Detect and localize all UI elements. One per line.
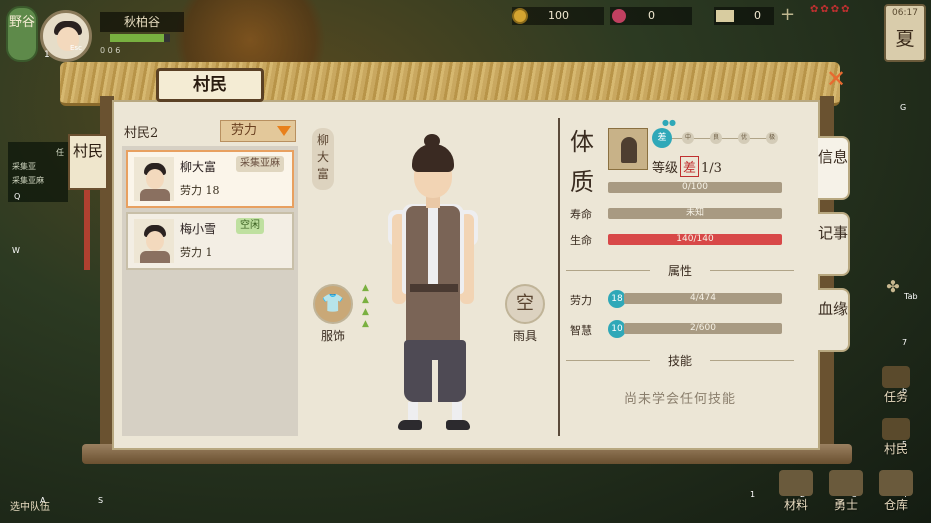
ticket-counter: 0 bbox=[714, 7, 774, 25]
game-time: 06:17 bbox=[892, 8, 918, 18]
hp-bar: 140/140 bbox=[608, 234, 782, 245]
warriors-button[interactable]: 勇士 bbox=[826, 470, 866, 516]
constitution-tiers: 差 中 良 优 极 bbox=[652, 124, 782, 150]
lifespan-label: 寿命 bbox=[570, 208, 592, 221]
villager-card[interactable]: 梅小雪 空闲 劳力 1 bbox=[126, 212, 294, 270]
chevron-down-icon bbox=[277, 126, 291, 136]
village-name: 秋柏谷 bbox=[100, 12, 184, 32]
villager-list: 村民2 劳力 柳大富 采集亚麻 劳力 18 梅小雪 空闲 劳力 1 bbox=[120, 118, 300, 440]
hotkey-w: W bbox=[12, 246, 20, 255]
quests-button[interactable]: 任务 bbox=[876, 366, 916, 405]
tab-info[interactable]: 信息 bbox=[818, 136, 850, 200]
labor-bar: 4/474 bbox=[624, 293, 782, 304]
wood-icon bbox=[779, 470, 813, 496]
region-badge[interactable]: 野谷 bbox=[6, 6, 38, 62]
clothing-slot[interactable]: 👕 服饰 bbox=[308, 284, 358, 344]
lifespan-bar: 未知 bbox=[608, 208, 782, 219]
blossom-decoration-icon: ✿✿✿✿ bbox=[810, 4, 852, 15]
wisdom-label: 智慧 bbox=[570, 324, 592, 337]
attributes-header: 属性 bbox=[566, 262, 794, 279]
hp-label: 生命 bbox=[570, 234, 592, 247]
villager-portrait bbox=[134, 219, 174, 263]
villager-status: 采集亚麻 bbox=[236, 156, 284, 172]
hotkey-1: 1 bbox=[750, 490, 756, 499]
constitution-char: 体 bbox=[570, 128, 594, 156]
warehouse-button[interactable]: 仓库 bbox=[876, 470, 916, 516]
hotkey-7: 7 bbox=[902, 338, 908, 347]
coin-counter: 100 bbox=[512, 7, 604, 25]
gem-counter: 0 bbox=[610, 7, 692, 25]
villager-hat-icon bbox=[882, 418, 910, 440]
tier-dot: 良 bbox=[710, 132, 722, 144]
dialog-title: 村民 bbox=[156, 68, 264, 102]
coin-icon bbox=[512, 8, 528, 24]
scroll-icon bbox=[882, 366, 910, 388]
villager-portrait bbox=[134, 157, 174, 201]
tag-rope bbox=[84, 190, 90, 270]
villager-status: 空闲 bbox=[236, 218, 264, 234]
top-hud: 野谷 Esc 1 秋柏谷 0 0 6 100 0 0 + ✿✿✿✿ 06:17 … bbox=[0, 0, 931, 62]
villager-labor: 劳力 18 bbox=[180, 184, 220, 197]
add-currency-button[interactable]: + bbox=[780, 4, 795, 25]
gem-icon bbox=[612, 9, 626, 23]
column-divider bbox=[558, 118, 560, 436]
village-progress-bar bbox=[110, 34, 170, 42]
warrior-icon bbox=[829, 470, 863, 496]
esc-hint: Esc bbox=[70, 44, 82, 52]
constitution-icon bbox=[608, 128, 648, 170]
villager-name: 柳大富 bbox=[180, 160, 217, 174]
tier-dot: 极 bbox=[766, 132, 778, 144]
villager-name: 梅小雪 bbox=[180, 222, 217, 236]
grade-row: 等级差 1/3 bbox=[652, 156, 722, 177]
four-leaf-icon[interactable]: ✤ bbox=[884, 278, 902, 296]
tier-dot: 中 bbox=[682, 132, 694, 144]
no-skills-text: 尚未学会任何技能 bbox=[623, 392, 736, 407]
skills-header: 技能 bbox=[566, 352, 794, 369]
close-icon[interactable]: ✕ bbox=[824, 67, 848, 91]
villager-count: 村民2 bbox=[124, 126, 159, 141]
tab-lineage[interactable]: 血缘 bbox=[818, 288, 850, 352]
sort-filter-dropdown[interactable]: 劳力 bbox=[220, 120, 296, 142]
task-line: 采集亚麻 bbox=[12, 176, 44, 185]
warehouse-icon bbox=[879, 470, 913, 496]
select-team-button[interactable]: 选中队伍 bbox=[10, 498, 50, 513]
task-tracker-title: 任 bbox=[56, 148, 64, 157]
tab-hint: Tab bbox=[904, 292, 918, 301]
hotkey-q: Q bbox=[14, 192, 21, 201]
villagers-button[interactable]: 村民 bbox=[876, 418, 916, 457]
current-season: 夏 bbox=[895, 28, 915, 50]
villager-card[interactable]: 柳大富 采集亚麻 劳力 18 bbox=[126, 150, 294, 208]
villager-tab-tag[interactable]: 村民 bbox=[68, 134, 108, 190]
empty-slot-icon: 空 bbox=[505, 284, 545, 324]
wisdom-bar: 2/600 bbox=[624, 323, 782, 334]
labor-label: 劳力 bbox=[570, 294, 592, 307]
villager-vertical-name: 柳大富 bbox=[312, 128, 334, 190]
stats-panel: 体 质 差 中 良 优 极 ●● 等级差 1/3 0/100 寿命 未知 生命 1… bbox=[566, 118, 806, 438]
rain-gear-slot[interactable]: 空 雨具 bbox=[500, 284, 550, 344]
task-line: 采集亚 bbox=[12, 162, 36, 171]
tier-pips-icon: ●● bbox=[662, 118, 676, 127]
tier-dot: 差 bbox=[652, 128, 672, 148]
tier-dot: 优 bbox=[738, 132, 750, 144]
materials-button[interactable]: 材料 bbox=[776, 470, 816, 516]
hotkey-g: G bbox=[900, 103, 907, 112]
constitution-char: 质 bbox=[570, 168, 594, 196]
villager-list-area[interactable]: 柳大富 采集亚麻 劳力 18 梅小雪 空闲 劳力 1 bbox=[122, 146, 298, 436]
mini-stats: 0 0 6 bbox=[100, 46, 121, 55]
upgrade-arrows-icon: ▲ ▲ ▲ ▲ bbox=[362, 283, 369, 329]
player-level: 1 bbox=[44, 50, 50, 60]
exp-bar: 0/100 bbox=[608, 182, 782, 193]
villager-labor: 劳力 1 bbox=[180, 246, 213, 259]
ticket-icon bbox=[716, 10, 734, 22]
hotkey-s: S bbox=[98, 496, 104, 505]
season-clock[interactable]: 06:17 夏 bbox=[884, 4, 926, 62]
tab-journal[interactable]: 记事 bbox=[818, 212, 850, 276]
villager-character-model[interactable] bbox=[380, 130, 490, 440]
shirt-icon: 👕 bbox=[313, 284, 353, 324]
